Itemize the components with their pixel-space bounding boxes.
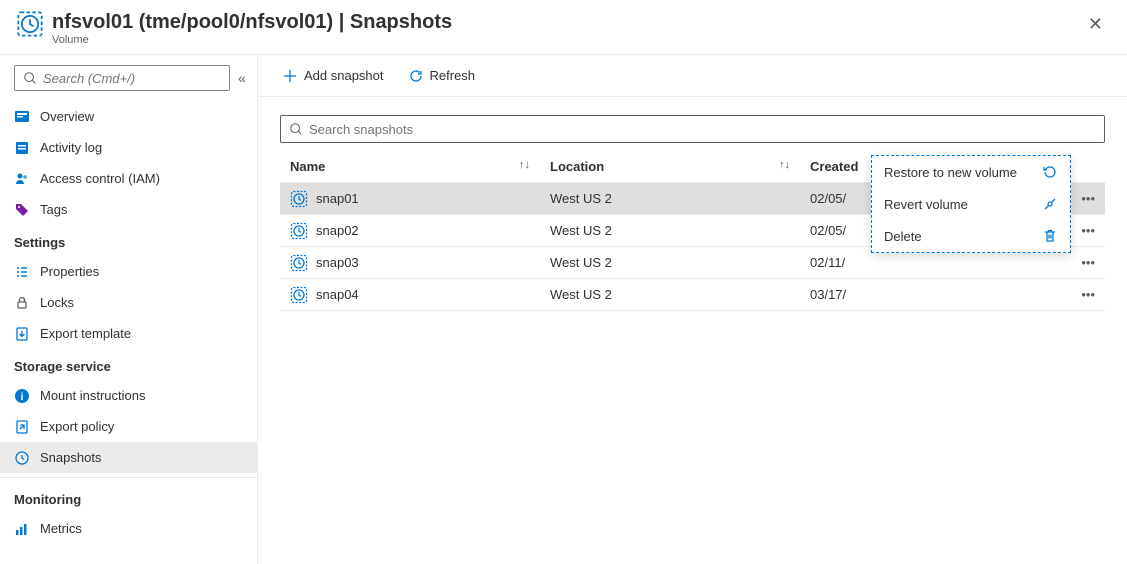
snapshot-icon	[290, 222, 308, 240]
sidebar-item-tags[interactable]: Tags	[0, 194, 257, 225]
column-header-location[interactable]: Location ↑↓	[540, 151, 800, 183]
table-row[interactable]: snap04 West US 203/17/•••	[280, 279, 1105, 311]
page-header: nfsvol01 (tme/pool0/nfsvol01) | Snapshot…	[0, 0, 1127, 55]
sort-icon: ↑↓	[779, 159, 790, 171]
sidebar-item-label: Properties	[40, 264, 99, 279]
plus-icon	[282, 68, 298, 84]
sidebar-item-properties[interactable]: Properties	[0, 256, 257, 287]
sidebar-item-label: Activity log	[40, 140, 102, 155]
tags-icon	[14, 202, 30, 218]
page-title: nfsvol01 (tme/pool0/nfsvol01) | Snapshot…	[52, 10, 1080, 34]
sidebar: « Overview Activity log Access control (…	[0, 55, 258, 564]
metrics-icon	[14, 521, 30, 537]
snapshot-icon	[14, 450, 30, 466]
snapshot-search[interactable]	[280, 115, 1105, 143]
context-label: Revert volume	[884, 197, 968, 212]
refresh-button[interactable]: Refresh	[404, 64, 480, 88]
sidebar-item-overview[interactable]: Overview	[0, 101, 257, 132]
row-actions-button[interactable]: •••	[1071, 247, 1105, 279]
context-menu: Restore to new volume Revert volume Dele…	[871, 155, 1071, 253]
column-header-actions	[1071, 151, 1105, 183]
sidebar-item-label: Tags	[40, 202, 67, 217]
export-template-icon	[14, 326, 30, 342]
snapshot-location: West US 2	[540, 247, 800, 279]
sidebar-item-label: Snapshots	[40, 450, 101, 465]
overview-icon	[14, 109, 30, 125]
search-icon	[23, 71, 37, 85]
sidebar-section-monitoring: Monitoring	[0, 482, 257, 513]
sidebar-item-metrics[interactable]: Metrics	[0, 513, 257, 544]
divider	[0, 477, 257, 478]
clock-icon	[16, 10, 44, 38]
sidebar-section-settings: Settings	[0, 225, 257, 256]
row-actions-button[interactable]: •••	[1071, 279, 1105, 311]
restore-icon	[1042, 164, 1058, 180]
sidebar-item-export-policy[interactable]: Export policy	[0, 411, 257, 442]
context-label: Delete	[884, 229, 922, 244]
sidebar-search-input[interactable]	[43, 71, 221, 86]
sidebar-search[interactable]	[14, 65, 230, 91]
revert-icon	[1042, 196, 1058, 212]
activity-log-icon	[14, 140, 30, 156]
snapshot-location: West US 2	[540, 279, 800, 311]
snapshot-name: snap02	[316, 223, 359, 238]
context-delete[interactable]: Delete	[872, 220, 1070, 252]
sort-icon: ↑↓	[519, 159, 530, 171]
row-actions-button[interactable]: •••	[1071, 183, 1105, 215]
toolbar: Add snapshot Refresh	[258, 55, 1127, 97]
sidebar-section-storage: Storage service	[0, 349, 257, 380]
context-restore[interactable]: Restore to new volume	[872, 156, 1070, 188]
snapshot-search-input[interactable]	[309, 122, 1096, 137]
add-snapshot-button[interactable]: Add snapshot	[278, 64, 388, 88]
sidebar-item-activity-log[interactable]: Activity log	[0, 132, 257, 163]
row-actions-button[interactable]: •••	[1071, 215, 1105, 247]
snapshot-name: snap01	[316, 191, 359, 206]
trash-icon	[1042, 228, 1058, 244]
sidebar-item-mount[interactable]: i Mount instructions	[0, 380, 257, 411]
context-revert[interactable]: Revert volume	[872, 188, 1070, 220]
sidebar-item-export-template[interactable]: Export template	[0, 318, 257, 349]
refresh-icon	[408, 68, 424, 84]
svg-text:i: i	[21, 392, 24, 403]
collapse-sidebar-button[interactable]: «	[238, 70, 246, 86]
page-subtitle: Volume	[52, 34, 1080, 46]
toolbar-label: Refresh	[430, 68, 476, 83]
sidebar-item-label: Metrics	[40, 521, 82, 536]
sidebar-item-label: Mount instructions	[40, 388, 146, 403]
sidebar-item-access-control[interactable]: Access control (IAM)	[0, 163, 257, 194]
sidebar-item-label: Locks	[40, 295, 74, 310]
snapshot-name: snap03	[316, 255, 359, 270]
snapshot-location: West US 2	[540, 215, 800, 247]
main-content: Add snapshot Refresh Nam	[258, 55, 1127, 564]
snapshot-icon	[290, 286, 308, 304]
sidebar-item-label: Access control (IAM)	[40, 171, 160, 186]
export-policy-icon	[14, 419, 30, 435]
toolbar-label: Add snapshot	[304, 68, 384, 83]
sidebar-item-snapshots[interactable]: Snapshots	[0, 442, 257, 473]
column-header-name[interactable]: Name ↑↓	[280, 151, 540, 183]
properties-icon	[14, 264, 30, 280]
sidebar-item-label: Overview	[40, 109, 94, 124]
snapshot-created: 03/17/	[800, 279, 1071, 311]
lock-icon	[14, 295, 30, 311]
search-icon	[289, 122, 303, 136]
snapshot-location: West US 2	[540, 183, 800, 215]
info-icon: i	[14, 388, 30, 404]
context-label: Restore to new volume	[884, 165, 1017, 180]
sidebar-item-label: Export template	[40, 326, 131, 341]
access-control-icon	[14, 171, 30, 187]
snapshot-name: snap04	[316, 287, 359, 302]
sidebar-item-locks[interactable]: Locks	[0, 287, 257, 318]
snapshot-icon	[290, 190, 308, 208]
sidebar-item-label: Export policy	[40, 419, 114, 434]
snapshot-icon	[290, 254, 308, 272]
close-button[interactable]: ✕	[1080, 10, 1111, 39]
